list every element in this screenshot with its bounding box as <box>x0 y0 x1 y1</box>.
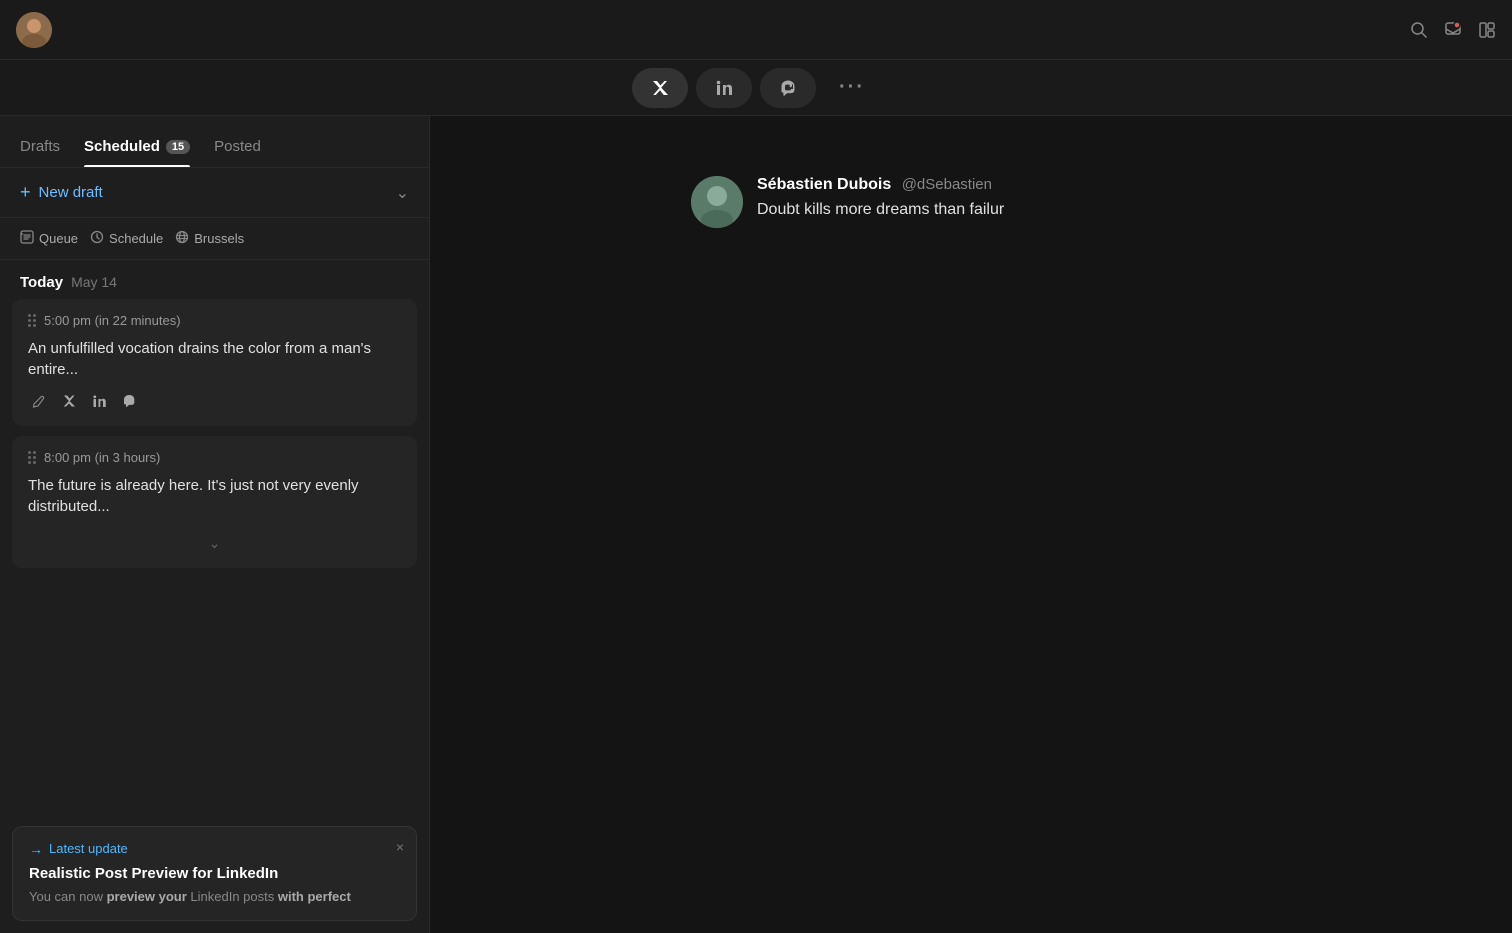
close-icon[interactable]: × <box>396 839 404 855</box>
date-label: May 14 <box>71 274 117 290</box>
preview-user-name: Sébastien Dubois <box>757 176 891 193</box>
search-icon[interactable] <box>1410 21 1428 39</box>
tabs: Drafts Scheduled 15 Posted <box>0 116 429 168</box>
notification-icon[interactable] <box>1444 21 1462 39</box>
scheduled-badge: 15 <box>166 140 190 154</box>
linkedin-icon <box>88 390 110 412</box>
sidebar: Drafts Scheduled 15 Posted + New draft ⌄ <box>0 116 430 933</box>
preview-card: Sébastien Dubois @dSebastien Doubt kills… <box>691 176 1251 228</box>
platform-btn-more[interactable]: ··· <box>824 68 880 108</box>
post-card-1[interactable]: 5:00 pm (in 22 minutes) An unfulfilled v… <box>12 299 417 426</box>
preview-post-text: Doubt kills more dreams than failur <box>757 198 1004 222</box>
update-banner-header: → Latest update <box>29 841 400 857</box>
post-time-row-2: 8:00 pm (in 3 hours) <box>28 450 401 465</box>
preview-area: Sébastien Dubois @dSebastien Doubt kills… <box>430 116 1512 933</box>
today-label: Today <box>20 274 63 291</box>
pen-icon <box>28 390 50 412</box>
post-text-1: An unfulfilled vocation drains the color… <box>28 338 401 380</box>
collapse-chevron-icon[interactable]: ⌄ <box>209 535 221 552</box>
platform-btn-mastodon[interactable] <box>760 68 816 108</box>
post-time-2: 8:00 pm (in 3 hours) <box>44 450 160 465</box>
top-bar <box>0 0 1512 60</box>
queue-button[interactable]: Queue <box>20 230 78 247</box>
queue-controls: Queue Schedule <box>0 218 429 260</box>
plus-icon: + <box>20 182 31 203</box>
posts-list: 5:00 pm (in 22 minutes) An unfulfilled v… <box>0 299 429 826</box>
preview-avatar <box>691 176 743 228</box>
new-draft-row: + New draft ⌄ <box>0 168 429 218</box>
drag-handle-icon <box>28 314 36 327</box>
globe-icon <box>175 230 189 247</box>
platform-bar: ··· <box>0 60 1512 116</box>
user-avatar[interactable] <box>16 12 52 48</box>
new-draft-button[interactable]: + New draft <box>20 182 103 203</box>
update-arrow-icon: → <box>29 841 43 857</box>
preview-name-row: Sébastien Dubois @dSebastien <box>757 176 1004 194</box>
date-header: Today May 14 <box>0 260 429 299</box>
post-text-2: The future is already here. It's just no… <box>28 475 401 517</box>
update-body: You can now preview your LinkedIn posts … <box>29 888 400 906</box>
post-time-1: 5:00 pm (in 22 minutes) <box>44 313 181 328</box>
preview-user-handle: @dSebastien <box>902 176 992 193</box>
tab-scheduled[interactable]: Scheduled 15 <box>84 138 190 167</box>
platform-btn-linkedin[interactable] <box>696 68 752 108</box>
chevron-down-icon[interactable]: ⌄ <box>396 183 409 203</box>
tab-drafts[interactable]: Drafts <box>20 138 60 167</box>
collapse-row: ⌄ <box>28 527 401 560</box>
queue-icon <box>20 230 34 247</box>
mastodon-icon <box>118 390 140 412</box>
post-time-row-1: 5:00 pm (in 22 minutes) <box>28 313 401 328</box>
clock-icon <box>90 230 104 247</box>
x-icon <box>58 390 80 412</box>
brussels-button[interactable]: Brussels <box>175 230 244 247</box>
post-card-2[interactable]: 8:00 pm (in 3 hours) The future is alrea… <box>12 436 417 568</box>
drag-handle-icon-2 <box>28 451 36 464</box>
update-banner: → Latest update × Realistic Post Preview… <box>12 826 417 921</box>
layout-icon[interactable] <box>1478 21 1496 39</box>
preview-content: Sébastien Dubois @dSebastien Doubt kills… <box>757 176 1004 228</box>
platform-btn-x[interactable] <box>632 68 688 108</box>
update-title: Realistic Post Preview for LinkedIn <box>29 865 400 882</box>
schedule-button[interactable]: Schedule <box>90 230 163 247</box>
main-layout: Drafts Scheduled 15 Posted + New draft ⌄ <box>0 116 1512 933</box>
top-bar-icons <box>1410 21 1496 39</box>
post-platforms-1 <box>28 390 401 412</box>
update-label: Latest update <box>49 841 128 856</box>
tab-posted[interactable]: Posted <box>214 138 261 167</box>
